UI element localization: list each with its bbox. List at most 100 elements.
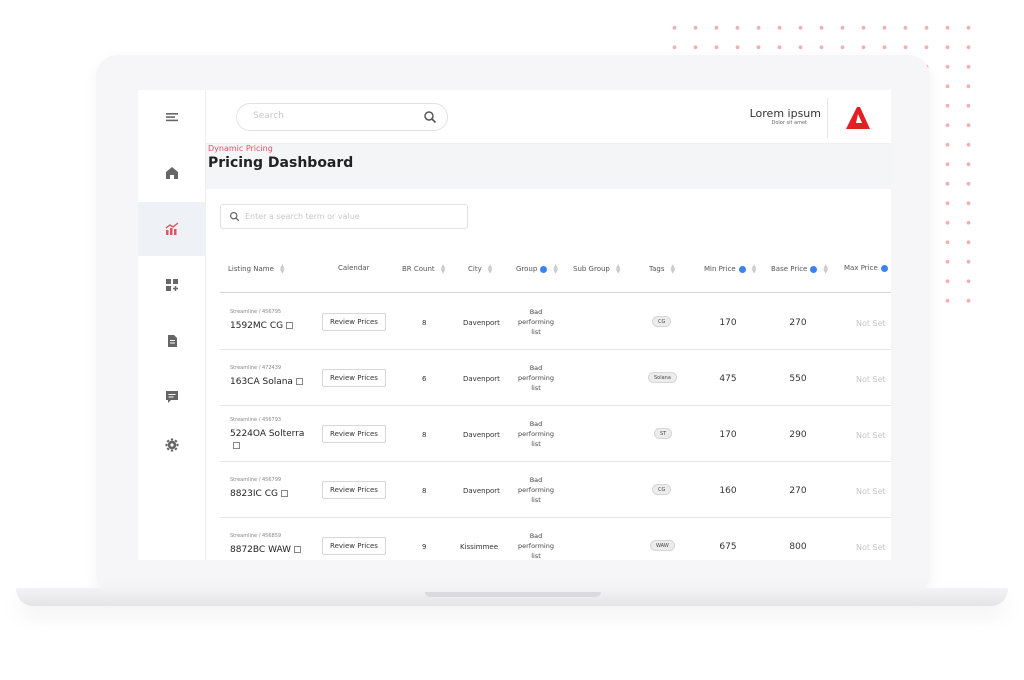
- sort-icon[interactable]: ▲ ▼: [616, 264, 621, 275]
- listing-name: 163CA Solana: [230, 377, 293, 387]
- listing-source: Streamline / 456795: [230, 309, 282, 315]
- listing-name-link[interactable]: 5224OA Solterra: [230, 428, 310, 452]
- table-row[interactable]: Streamline / 472439 163CA Solana Review …: [220, 350, 891, 406]
- top-bar: Search Lorem ipsum Dolor sit amet: [206, 90, 891, 144]
- page-title: Pricing Dashboard: [208, 155, 354, 171]
- br-count: 8: [422, 487, 427, 495]
- column-header-listing-name[interactable]: Listing Name ▲ ▼: [228, 264, 285, 275]
- table-row[interactable]: Streamline / 456859 8872BC WAW Review Pr…: [220, 518, 891, 560]
- sidebar-item-widgets[interactable]: [138, 258, 206, 312]
- tag-badge: CG: [652, 316, 672, 327]
- header-divider: [827, 98, 828, 138]
- review-prices-button[interactable]: Review Prices: [322, 369, 386, 387]
- external-link-icon[interactable]: [295, 378, 303, 385]
- column-header-calendar: Calendar: [338, 264, 369, 272]
- brand-subtitle: Dolor sit amet: [771, 120, 807, 126]
- sort-icon[interactable]: ▲ ▼: [280, 264, 285, 275]
- table-row[interactable]: Streamline / 456793 5224OA Solterra Revi…: [220, 406, 891, 462]
- page-header: Dynamic Pricing Pricing Dashboard: [206, 144, 891, 189]
- sort-icon[interactable]: ▲ ▼: [488, 264, 493, 275]
- br-count: 8: [422, 431, 427, 439]
- sort-icon[interactable]: ▲ ▼: [752, 264, 757, 275]
- min-price: 675: [719, 542, 737, 552]
- listing-name-link[interactable]: 1592MC CG: [230, 320, 310, 332]
- column-header-sub-group[interactable]: Sub Group ▲ ▼: [573, 264, 621, 275]
- table-header: Listing Name ▲ ▼ Calendar BR Count ▲ ▼ City ▲…: [220, 249, 891, 293]
- column-label: City: [468, 265, 482, 273]
- external-link-icon[interactable]: [294, 546, 302, 553]
- column-label: Group: [516, 265, 538, 273]
- listing-name-link[interactable]: 8823IC CG: [230, 488, 310, 500]
- base-price: 800: [789, 542, 807, 552]
- sidebar-item-pricing[interactable]: [138, 202, 206, 256]
- listing-name: 8823IC CG: [230, 489, 278, 499]
- brand-title: Lorem ipsum: [749, 107, 821, 120]
- external-link-icon[interactable]: [280, 490, 288, 497]
- sidebar-item-settings[interactable]: [138, 418, 206, 472]
- documents-icon: [168, 335, 177, 347]
- group: Bad performing list: [517, 364, 554, 392]
- table-row[interactable]: Streamline / 456799 8823IC CG Review Pri…: [220, 462, 891, 518]
- listing-name: 5224OA Solterra: [230, 429, 305, 439]
- breadcrumb[interactable]: Dynamic Pricing: [208, 144, 273, 153]
- info-icon[interactable]: [810, 265, 818, 273]
- sidebar-item-documents[interactable]: [138, 314, 206, 368]
- max-price: Not Set: [856, 375, 886, 384]
- base-price: 290: [789, 430, 807, 440]
- sort-icon[interactable]: ▲ ▼: [441, 264, 446, 275]
- group: Bad performing list: [517, 308, 554, 336]
- br-count: 8: [422, 319, 427, 327]
- sort-icon[interactable]: ▲ ▼: [823, 264, 828, 275]
- review-prices-button[interactable]: Review Prices: [322, 313, 386, 331]
- sort-icon[interactable]: ▲ ▼: [553, 264, 558, 275]
- review-prices-button[interactable]: Review Prices: [322, 537, 386, 555]
- widgets-icon: [166, 279, 178, 291]
- settings-icon: [165, 438, 179, 452]
- review-prices-button[interactable]: Review Prices: [322, 481, 386, 499]
- info-icon[interactable]: [540, 265, 548, 273]
- sort-icon[interactable]: ▲ ▼: [671, 264, 676, 275]
- brand-logo-icon: [846, 107, 870, 129]
- column-header-min-price[interactable]: Min Price ▲ ▼: [704, 264, 757, 275]
- listing-name-link[interactable]: 163CA Solana: [230, 376, 310, 388]
- laptop-base: [16, 588, 1008, 606]
- column-header-base-price[interactable]: Base Price ▲ ▼: [771, 264, 828, 275]
- max-price: Not Set: [856, 487, 886, 496]
- base-price: 270: [789, 318, 807, 328]
- group: Bad performing list: [517, 420, 554, 448]
- sidebar-item-home[interactable]: [138, 146, 206, 200]
- review-prices-button[interactable]: Review Prices: [322, 425, 386, 443]
- info-icon[interactable]: [738, 265, 746, 273]
- info-icon[interactable]: [880, 264, 888, 272]
- main-content: Enter a search term or value Listing Nam…: [206, 189, 891, 560]
- city: Davenport: [463, 431, 500, 439]
- sidebar-item-messages[interactable]: [138, 370, 206, 424]
- tag-badge: CG: [652, 484, 672, 495]
- table-row[interactable]: Streamline / 456795 1592MC CG Review Pri…: [220, 294, 891, 350]
- column-label: Min Price: [704, 265, 736, 273]
- max-price: Not Set: [856, 543, 886, 552]
- column-header-max-price[interactable]: Max Price: [844, 264, 888, 272]
- sidebar-item-menu[interactable]: [138, 90, 206, 144]
- listing-source: Streamline / 456859: [230, 533, 282, 539]
- external-link-icon[interactable]: [233, 442, 240, 449]
- city: Davenport: [463, 375, 500, 383]
- br-count: 9: [422, 543, 427, 551]
- column-header-tags[interactable]: Tags ▲ ▼: [649, 264, 676, 275]
- search-placeholder: Search: [253, 111, 284, 121]
- column-header-city[interactable]: City ▲ ▼: [468, 264, 493, 275]
- sidebar: [138, 90, 206, 560]
- city: Davenport: [463, 319, 500, 327]
- listing-source: Streamline / 456793: [230, 417, 282, 423]
- min-price: 160: [719, 486, 737, 496]
- column-header-br-count[interactable]: BR Count ▲ ▼: [402, 264, 446, 275]
- column-header-group[interactable]: Group ▲ ▼: [516, 264, 558, 275]
- table-filter-input[interactable]: Enter a search term or value: [220, 204, 468, 229]
- column-label: Base Price: [771, 265, 808, 273]
- listing-name-link[interactable]: 8872BC WAW: [230, 544, 310, 556]
- external-link-icon[interactable]: [286, 322, 294, 329]
- min-price: 475: [719, 374, 737, 384]
- min-price: 170: [719, 430, 737, 440]
- search-input[interactable]: Search: [236, 103, 448, 131]
- search-icon[interactable]: [423, 110, 437, 124]
